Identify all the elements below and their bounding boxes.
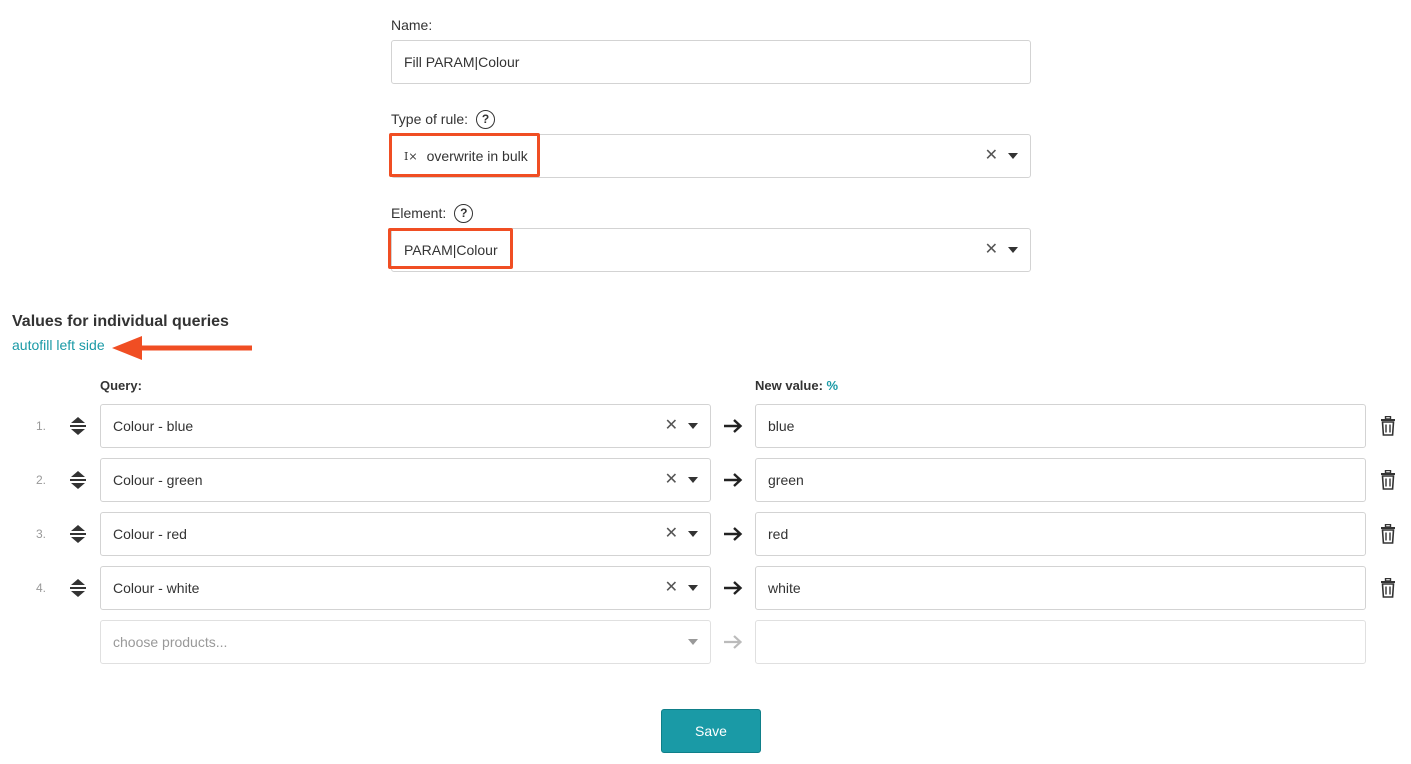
trash-icon[interactable] xyxy=(1378,523,1398,545)
choose-products-placeholder: choose products... xyxy=(113,634,228,650)
element-label: Element: ? xyxy=(391,203,474,223)
element-highlight-box xyxy=(388,228,513,269)
new-value-text: green xyxy=(768,472,804,488)
name-input[interactable]: Fill PARAM|Colour xyxy=(391,40,1031,84)
drag-handle-icon[interactable] xyxy=(68,578,88,598)
row-number: 3. xyxy=(35,527,46,541)
choose-products-select[interactable]: choose products... xyxy=(100,620,711,664)
dropdown-caret-icon[interactable] xyxy=(688,423,698,429)
arrow-right-icon xyxy=(721,576,745,600)
query-select[interactable]: Colour - blue ✕ xyxy=(100,404,711,448)
new-value-input[interactable]: white xyxy=(755,566,1366,610)
new-value-input[interactable]: green xyxy=(755,458,1366,502)
clear-icon[interactable]: ✕ xyxy=(665,526,678,542)
trash-icon[interactable] xyxy=(1378,415,1398,437)
dropdown-caret-icon[interactable] xyxy=(688,639,698,645)
arrow-right-icon xyxy=(721,414,745,438)
values-section-title: Values for individual queries xyxy=(12,313,229,330)
row-number: 2. xyxy=(35,473,46,487)
trash-icon[interactable] xyxy=(1378,577,1398,599)
dropdown-caret-icon[interactable] xyxy=(688,477,698,483)
help-icon[interactable]: ? xyxy=(454,203,474,223)
dropdown-caret-icon[interactable] xyxy=(1008,153,1018,159)
query-select[interactable]: Colour - green ✕ xyxy=(100,458,711,502)
new-value-text: red xyxy=(768,526,789,542)
query-value: Colour - red xyxy=(113,526,187,542)
query-value: Colour - white xyxy=(113,580,200,596)
arrow-right-icon xyxy=(721,522,745,546)
trash-icon[interactable] xyxy=(1378,469,1398,491)
row-number: 1. xyxy=(35,419,46,433)
clear-icon[interactable]: ✕ xyxy=(665,580,678,596)
type-highlight-box xyxy=(389,133,540,177)
new-value-text: white xyxy=(768,580,801,596)
help-icon[interactable]: ? xyxy=(476,109,496,129)
name-label: Name: xyxy=(391,17,433,33)
new-value-column-header: New value: % xyxy=(755,378,839,393)
type-of-rule-label: Type of rule: ? xyxy=(391,109,496,129)
new-value-input-empty[interactable] xyxy=(755,620,1366,664)
row-number: 4. xyxy=(35,581,46,595)
name-value: Fill PARAM|Colour xyxy=(404,54,520,70)
arrow-right-icon xyxy=(721,468,745,492)
query-select[interactable]: Colour - white ✕ xyxy=(100,566,711,610)
query-select[interactable]: Colour - red ✕ xyxy=(100,512,711,556)
new-value-input[interactable]: red xyxy=(755,512,1366,556)
save-button[interactable]: Save xyxy=(661,709,761,753)
annotation-arrow-icon xyxy=(112,336,252,360)
dropdown-caret-icon[interactable] xyxy=(688,531,698,537)
clear-icon[interactable]: ✕ xyxy=(665,472,678,488)
clear-icon[interactable]: ✕ xyxy=(985,242,998,258)
drag-handle-icon[interactable] xyxy=(68,524,88,544)
drag-handle-icon[interactable] xyxy=(68,416,88,436)
query-value: Colour - blue xyxy=(113,418,194,434)
query-column-header: Query: xyxy=(100,378,142,393)
clear-icon[interactable]: ✕ xyxy=(665,418,678,434)
dropdown-caret-icon[interactable] xyxy=(688,585,698,591)
new-value-text: blue xyxy=(768,418,795,434)
percent-placeholder-link[interactable]: % xyxy=(827,378,839,393)
autofill-left-side-link[interactable]: autofill left side xyxy=(12,337,105,353)
arrow-right-icon xyxy=(721,630,745,654)
new-value-input[interactable]: blue xyxy=(755,404,1366,448)
drag-handle-icon[interactable] xyxy=(68,470,88,490)
clear-icon[interactable]: ✕ xyxy=(985,148,998,164)
dropdown-caret-icon[interactable] xyxy=(1008,247,1018,253)
query-value: Colour - green xyxy=(113,472,203,488)
